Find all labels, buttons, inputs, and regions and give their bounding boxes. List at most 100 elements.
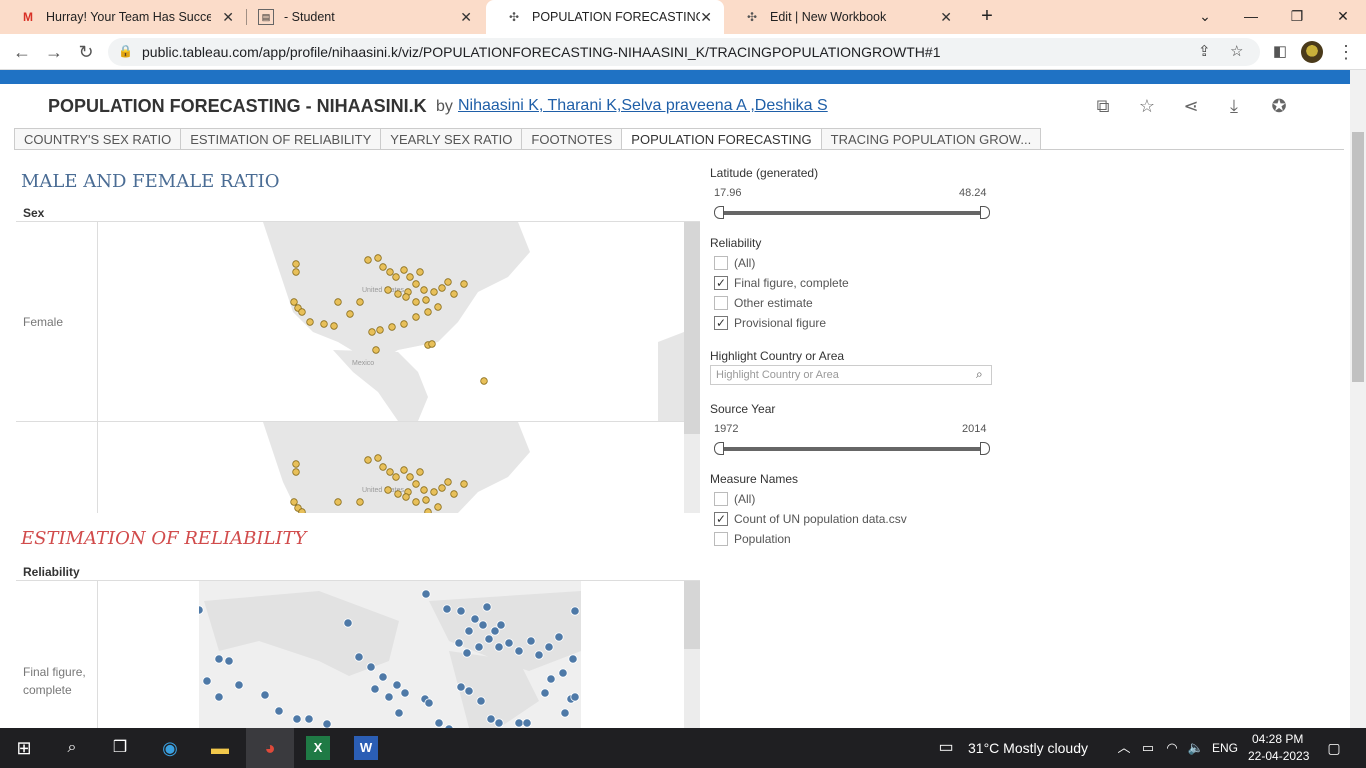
map-mark[interactable] — [290, 498, 298, 506]
side-panel-icon[interactable]: ◧ — [1268, 40, 1292, 64]
map-mark[interactable] — [424, 508, 432, 513]
tab-estimation-of-reliability[interactable]: ESTIMATION OF RELIABILITY — [181, 128, 382, 149]
map-mark[interactable] — [378, 672, 388, 682]
map-mark[interactable] — [384, 692, 394, 702]
download-icon[interactable]: ⤓ — [1223, 96, 1245, 117]
map-mark[interactable] — [450, 490, 458, 498]
clock-time[interactable]: 04:28 PM — [1252, 732, 1303, 746]
map-mark[interactable] — [534, 650, 544, 660]
map-mark[interactable] — [400, 688, 410, 698]
map-mark[interactable] — [370, 684, 380, 694]
map-mark[interactable] — [366, 662, 376, 672]
map-mark[interactable] — [379, 463, 387, 471]
map-mark[interactable] — [424, 308, 432, 316]
map-mark[interactable] — [292, 260, 300, 268]
wifi-icon[interactable]: ◠ — [1160, 736, 1184, 760]
map-mark[interactable] — [540, 688, 550, 698]
map-mark[interactable] — [343, 618, 353, 628]
map-mark[interactable] — [400, 320, 408, 328]
map-mark[interactable] — [392, 680, 402, 690]
map-mark[interactable] — [386, 468, 394, 476]
close-tab-icon[interactable]: ✕ — [700, 9, 712, 26]
highlight-search-input[interactable]: Highlight Country or Area — [710, 365, 992, 385]
map-mark[interactable] — [298, 308, 306, 316]
slider-min-handle[interactable] — [714, 206, 724, 219]
map-mark[interactable] — [496, 620, 506, 630]
map-mark[interactable] — [374, 254, 382, 262]
profile-avatar[interactable] — [1301, 41, 1323, 63]
url-text[interactable]: public.tableau.com/app/profile/nihaasini… — [142, 44, 941, 60]
battery-icon[interactable]: ▭ — [1136, 736, 1160, 760]
edge-icon[interactable]: ◉ — [158, 736, 182, 760]
map-mark[interactable] — [376, 326, 384, 334]
tab-countrys-sex-ratio[interactable]: COUNTRY'S SEX RATIO — [14, 128, 182, 149]
map-mark[interactable] — [372, 346, 380, 354]
close-window-button[interactable]: ✕ — [1332, 5, 1354, 27]
map-mark[interactable] — [356, 298, 364, 306]
map-mark[interactable] — [494, 642, 504, 652]
chevron-up-icon[interactable]: ︿ — [1112, 736, 1136, 760]
slider-min-handle[interactable] — [714, 442, 724, 455]
bookmark-star-icon[interactable]: ☆ — [1230, 42, 1243, 60]
restore-button[interactable]: ❐ — [1286, 5, 1308, 27]
map-mark[interactable] — [422, 296, 430, 304]
sheet1-scrollbar[interactable] — [684, 222, 700, 513]
map-mark[interactable] — [526, 636, 536, 646]
map-mark[interactable] — [400, 266, 408, 274]
checkbox-final-figure[interactable]: ✓ — [714, 276, 728, 290]
map-mark[interactable] — [364, 456, 372, 464]
map-mark[interactable] — [486, 714, 496, 724]
map-mark[interactable] — [420, 286, 428, 294]
language-indicator[interactable]: ENG — [1212, 741, 1238, 755]
minimize-button[interactable]: — — [1240, 5, 1262, 27]
close-tab-icon[interactable]: ✕ — [460, 9, 472, 26]
weather-text[interactable]: 31°C Mostly cloudy — [968, 740, 1088, 756]
map-female-upper[interactable]: United States Mexico — [98, 222, 684, 421]
map-mark[interactable] — [456, 682, 466, 692]
map-mark[interactable] — [546, 674, 556, 684]
search-icon[interactable]: ⌕ — [60, 736, 84, 760]
checkbox-other-estimate[interactable] — [714, 296, 728, 310]
map-mark[interactable] — [568, 654, 578, 664]
map-mark[interactable] — [202, 676, 212, 686]
new-tab-button[interactable]: + — [976, 5, 998, 27]
map-mark[interactable] — [464, 686, 474, 696]
map-mark[interactable] — [412, 298, 420, 306]
map-mark[interactable] — [292, 468, 300, 476]
map-mark[interactable] — [406, 273, 414, 281]
map-mark[interactable] — [298, 508, 306, 513]
word-icon[interactable]: W — [354, 736, 378, 760]
checkbox-label[interactable]: Count of UN population data.csv — [734, 512, 907, 526]
map-mark[interactable] — [384, 486, 392, 494]
map-mark[interactable] — [334, 498, 342, 506]
map-mark[interactable] — [470, 614, 480, 624]
checkbox-label[interactable]: Final figure, complete — [734, 276, 849, 290]
map-mark[interactable] — [494, 718, 504, 728]
map-mark[interactable] — [306, 318, 314, 326]
checkbox-label[interactable]: (All) — [734, 492, 755, 506]
file-explorer-icon[interactable]: ▬ — [208, 736, 232, 760]
map-mark[interactable] — [290, 298, 298, 306]
map-mark[interactable] — [412, 280, 420, 288]
checkbox-measure-all[interactable] — [714, 492, 728, 506]
map-mark[interactable] — [406, 473, 414, 481]
chrome-icon[interactable]: ◕ — [258, 736, 282, 760]
map-mark[interactable] — [292, 460, 300, 468]
map-mark[interactable] — [416, 268, 424, 276]
map-mark[interactable] — [464, 626, 474, 636]
map-mark[interactable] — [544, 642, 554, 652]
scrollbar-thumb[interactable] — [1352, 132, 1364, 382]
sheet2-scrollbar[interactable] — [684, 581, 700, 728]
checkbox-provisional-figure[interactable]: ✓ — [714, 316, 728, 330]
map-mark[interactable] — [402, 493, 410, 501]
badge-icon[interactable]: ✪ — [1268, 96, 1290, 117]
map-mark[interactable] — [480, 377, 488, 385]
map-mark[interactable] — [444, 278, 452, 286]
map-mark[interactable] — [368, 328, 376, 336]
map-mark[interactable] — [421, 589, 431, 599]
map-mark[interactable] — [462, 648, 472, 658]
map-mark[interactable] — [554, 632, 564, 642]
map-mark[interactable] — [430, 288, 438, 296]
map-mark[interactable] — [292, 268, 300, 276]
tab-population-forecasting[interactable]: POPULATION FORECASTING — [622, 128, 822, 149]
